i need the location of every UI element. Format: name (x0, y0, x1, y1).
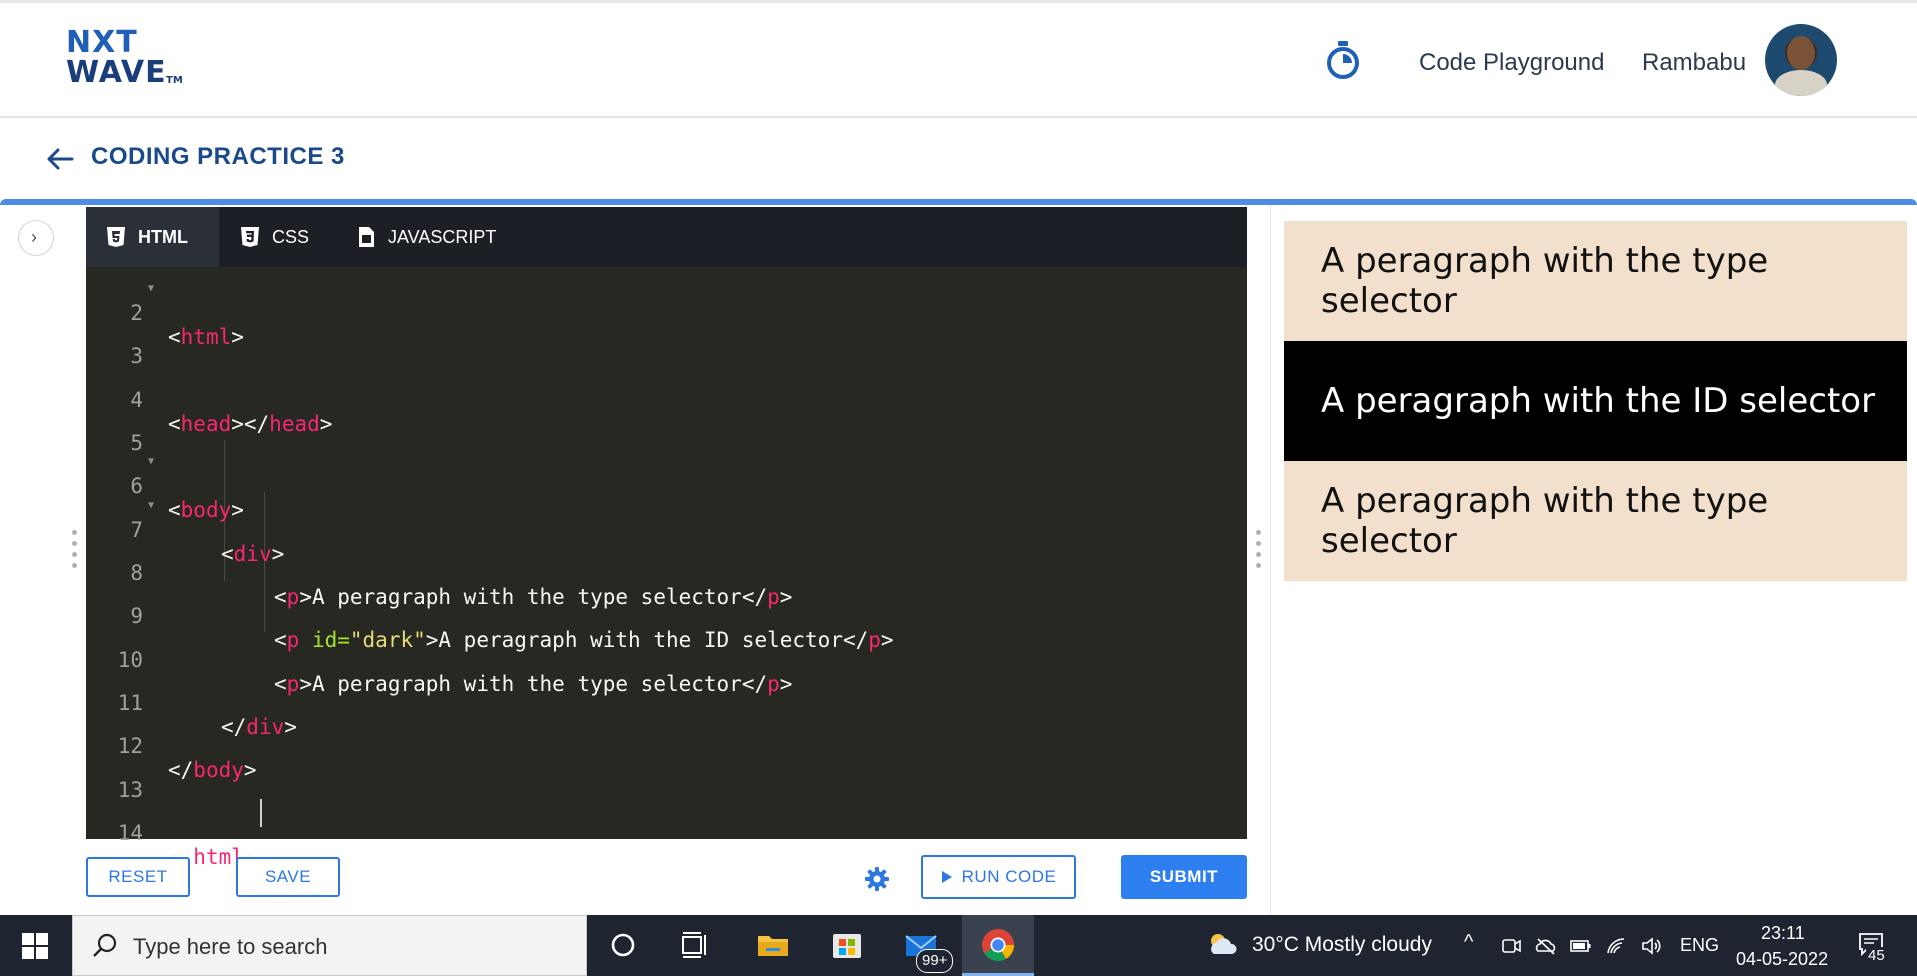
taskbar: Type here to search 99+ 30°C Mostly clou… (0, 915, 1917, 976)
tab-javascript-label: JAVASCRIPT (388, 226, 497, 247)
fold-arrow-icon[interactable]: ▼ (148, 500, 154, 511)
fold-arrow-icon[interactable]: ▼ (148, 456, 154, 467)
right-resize-handle[interactable] (1256, 530, 1262, 574)
weather-text[interactable]: 30°C Mostly cloudy (1252, 933, 1432, 957)
panel-divider (1270, 205, 1271, 915)
logo-tm: TM (166, 75, 183, 86)
javascript-file-icon (359, 227, 374, 247)
mail-badge: 99+ (916, 949, 954, 973)
submit-button[interactable]: SUBMIT (1121, 855, 1247, 899)
code-playground-link[interactable]: Code Playground (1419, 49, 1604, 77)
back-arrow-icon[interactable] (44, 146, 76, 172)
code-line: 4 <head></head> (86, 364, 1247, 436)
code-line: 5 (86, 407, 1247, 455)
line-number: 14 (117, 821, 143, 845)
fold-arrow-icon[interactable]: ▼ (148, 283, 154, 294)
windows-start-icon[interactable] (22, 933, 48, 959)
header-accent-line (0, 199, 1917, 205)
output-paragraph-type: A peragraph with the type selector (1284, 461, 1907, 581)
expand-sidebar-button[interactable]: › (18, 220, 54, 256)
clock-time[interactable]: 23:11 (1761, 923, 1805, 944)
chevron-right-icon: › (31, 227, 37, 247)
battery-icon[interactable] (1570, 935, 1592, 957)
search-icon (93, 933, 117, 957)
search-placeholder: Type here to search (133, 934, 328, 959)
reset-button[interactable]: RESET (86, 857, 190, 897)
html5-icon (107, 227, 125, 247)
output-paragraph-type: A peragraph with the type selector (1284, 221, 1907, 341)
taskbar-search-box[interactable]: Type here to search (72, 915, 587, 976)
avatar-shirt (1775, 70, 1827, 96)
cortana-icon[interactable] (606, 928, 640, 962)
task-view-icon[interactable] (678, 928, 712, 962)
logo-line2: WAVE (66, 55, 167, 90)
avatar[interactable] (1765, 24, 1837, 96)
code-line: 7 ▼ <div> (86, 494, 1247, 566)
code-line: 9 <p id="dark">A peragraph with the ID s… (86, 580, 1247, 652)
code-line: 3 (86, 320, 1247, 368)
code-line: 12 </body> (86, 710, 1247, 782)
css3-icon (241, 227, 259, 247)
code-line: 11 </div> (86, 667, 1247, 739)
chevron-up-icon[interactable]: ^ (1464, 931, 1473, 954)
code-line: 8 <p>A peragraph with the type selector<… (86, 537, 1247, 609)
microsoft-store-icon[interactable] (830, 928, 864, 962)
clock-date[interactable]: 04-05-2022 (1736, 949, 1828, 970)
meet-now-icon[interactable] (1500, 935, 1522, 957)
code-line: 2 ▼ <html> (86, 277, 1247, 349)
weather-cloud-icon (1211, 934, 1237, 954)
wifi-icon[interactable] (1605, 935, 1627, 957)
tab-css[interactable]: CSS (240, 207, 309, 267)
editor-tabs: HTML CSS JAVASCRIPT (86, 207, 1247, 267)
run-code-button[interactable]: RUN CODE (921, 855, 1076, 899)
onedrive-icon[interactable] (1535, 935, 1557, 957)
play-icon (941, 871, 952, 883)
file-explorer-icon[interactable] (756, 928, 790, 962)
left-resize-handle[interactable] (72, 530, 78, 574)
save-button[interactable]: SAVE (236, 857, 340, 897)
taskbar-chrome-button[interactable] (962, 915, 1034, 976)
language-indicator[interactable]: ENG (1680, 935, 1719, 956)
username[interactable]: Rambabu (1642, 49, 1746, 77)
tab-css-label: CSS (272, 226, 310, 247)
code-line: 13 (86, 754, 1247, 802)
volume-icon[interactable] (1640, 935, 1662, 957)
page-title: CODING PRACTICE 3 (91, 143, 345, 170)
run-code-label: RUN CODE (961, 867, 1057, 886)
gear-icon[interactable] (864, 866, 890, 892)
stopwatch-icon[interactable] (1323, 39, 1363, 81)
code-line: 6 ▼ <body> (86, 450, 1247, 522)
tab-html-label: HTML (138, 226, 188, 247)
text-cursor (260, 799, 262, 827)
chrome-icon (982, 929, 1015, 962)
tab-javascript[interactable]: JAVASCRIPT (356, 207, 496, 267)
avatar-face (1787, 36, 1815, 70)
notification-count: 45 (1866, 947, 1887, 964)
code-editor[interactable]: 2 ▼ <html> 3 4 <head></head> 5 6 ▼ <body> … (86, 267, 1247, 869)
tab-html[interactable]: HTML (86, 207, 219, 267)
top-header: NXT WAVE TM Code Playground Rambabu (0, 0, 1917, 118)
code-line: 10 <p>A peragraph with the type selector… (86, 624, 1247, 696)
nxtwave-logo[interactable]: NXT WAVE TM (66, 25, 186, 90)
output-paragraph-id: A peragraph with the ID selector (1284, 341, 1907, 461)
